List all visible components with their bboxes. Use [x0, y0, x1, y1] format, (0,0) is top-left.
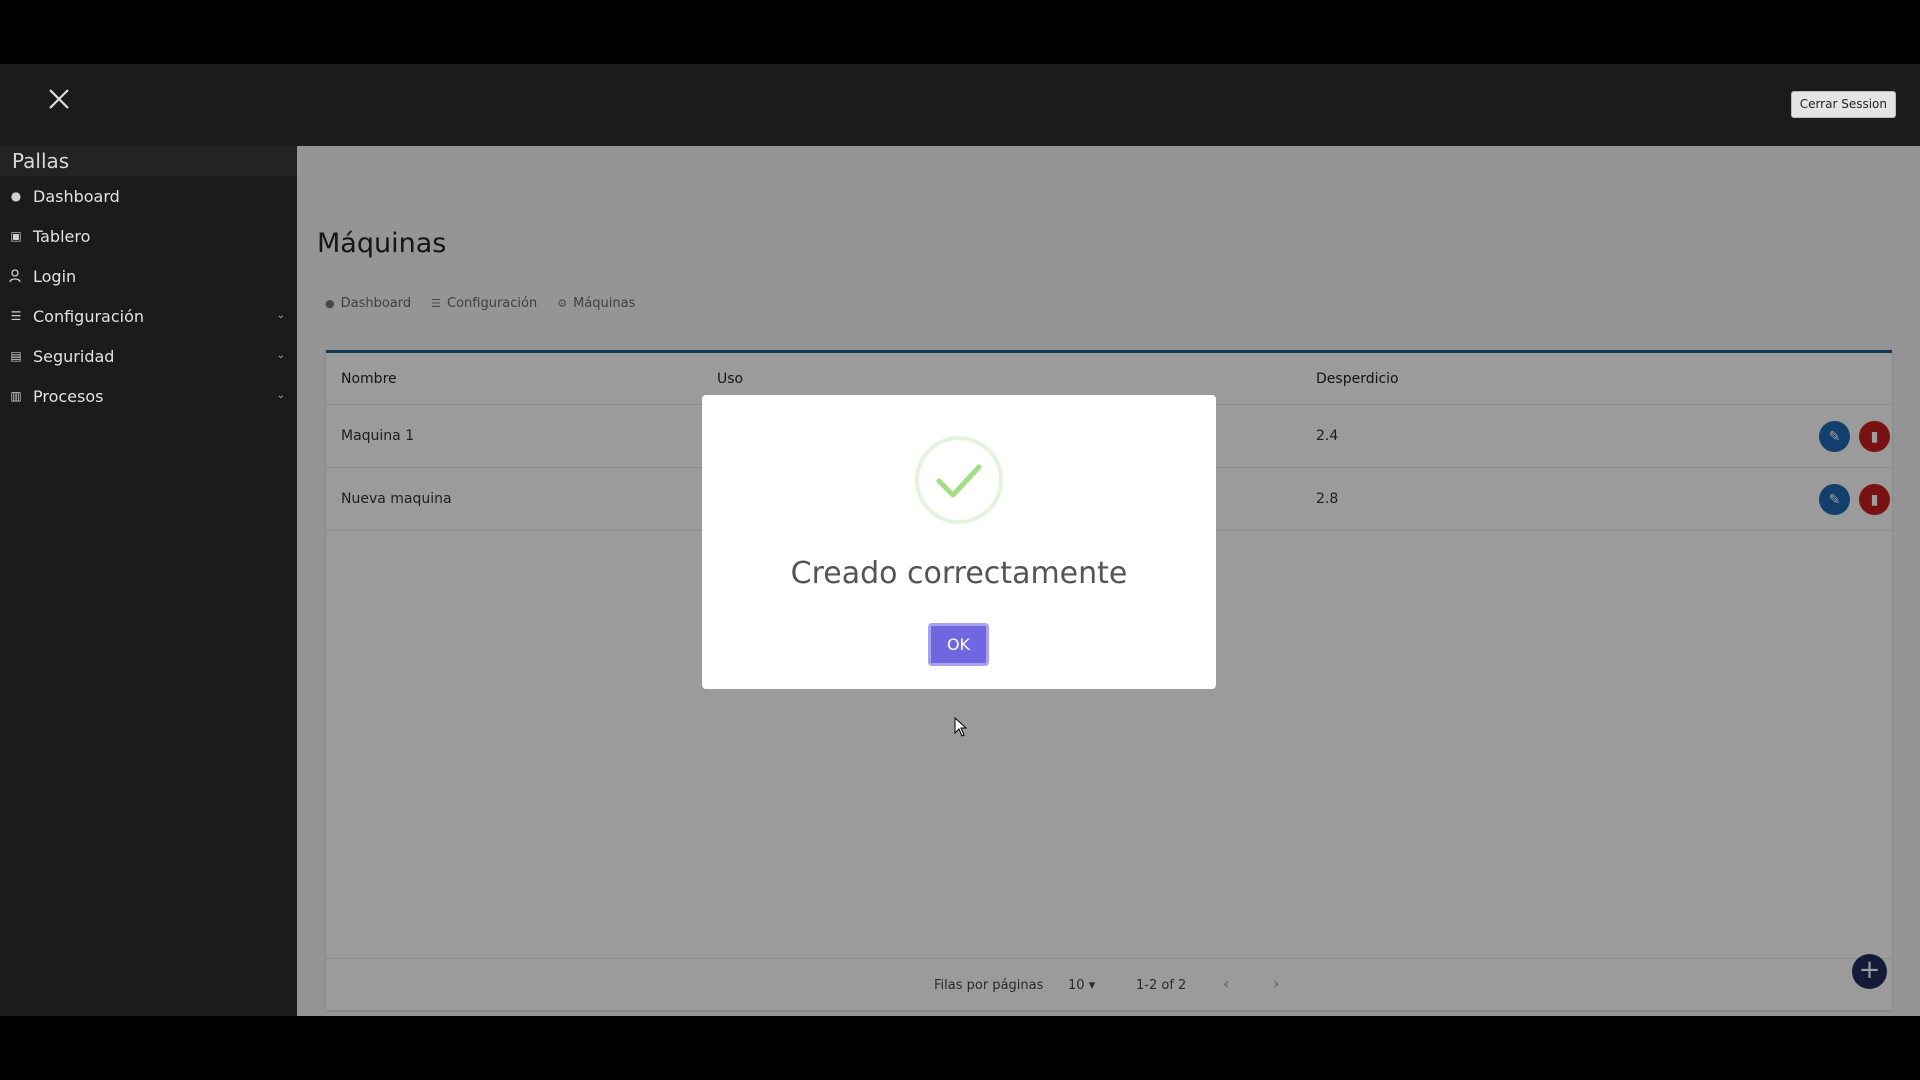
sidebar-item-label: Dashboard [33, 186, 120, 206]
process-icon: ▥ [10, 389, 22, 403]
dialog-title: Creado correctamente [790, 556, 1128, 591]
chevron-down-icon: ⌄ [276, 390, 285, 401]
sidebar-item-procesos[interactable]: ▥ Procesos ⌄ [0, 376, 297, 416]
logout-button[interactable]: Cerrar Session [1790, 91, 1896, 118]
chevron-down-icon: ⌄ [276, 310, 285, 321]
board-icon: ▣ [10, 229, 22, 243]
sidebar-item-label: Tablero [33, 226, 91, 246]
list-icon: ☰ [10, 309, 22, 323]
sidebar-item-label: Configuración [33, 306, 145, 326]
sidebar-item-dashboard[interactable]: ● Dashboard [0, 176, 297, 216]
success-dialog: Creado correctamente OK [702, 395, 1216, 689]
shield-icon: ▤ [10, 349, 22, 363]
chevron-down-icon: ⌄ [276, 350, 285, 361]
ok-button[interactable]: OK [928, 623, 989, 666]
sidebar-item-configuracion[interactable]: ☰ Configuración ⌄ [0, 296, 297, 336]
user-icon [8, 268, 24, 284]
brand-label: Pallas [0, 146, 297, 176]
sidebar-item-label: Login [33, 266, 77, 286]
dashboard-icon: ● [10, 189, 22, 203]
success-check-icon [915, 436, 1003, 524]
sidebar-item-login[interactable]: Login [0, 256, 297, 296]
sidebar-item-label: Seguridad [33, 346, 115, 366]
sidebar-item-seguridad[interactable]: ▤ Seguridad ⌄ [0, 336, 297, 376]
top-bar: Cerrar Session [0, 64, 1920, 146]
sidebar-item-label: Procesos [33, 386, 104, 406]
close-icon[interactable] [44, 84, 74, 114]
sidebar-item-tablero[interactable]: ▣ Tablero [0, 216, 297, 256]
app-frame: Cerrar Session Pallas ● Dashboard ▣ Tabl… [0, 64, 1920, 1016]
mouse-cursor-icon [954, 716, 968, 741]
sidebar: Pallas ● Dashboard ▣ Tablero Login ☰ Con… [0, 146, 297, 1016]
